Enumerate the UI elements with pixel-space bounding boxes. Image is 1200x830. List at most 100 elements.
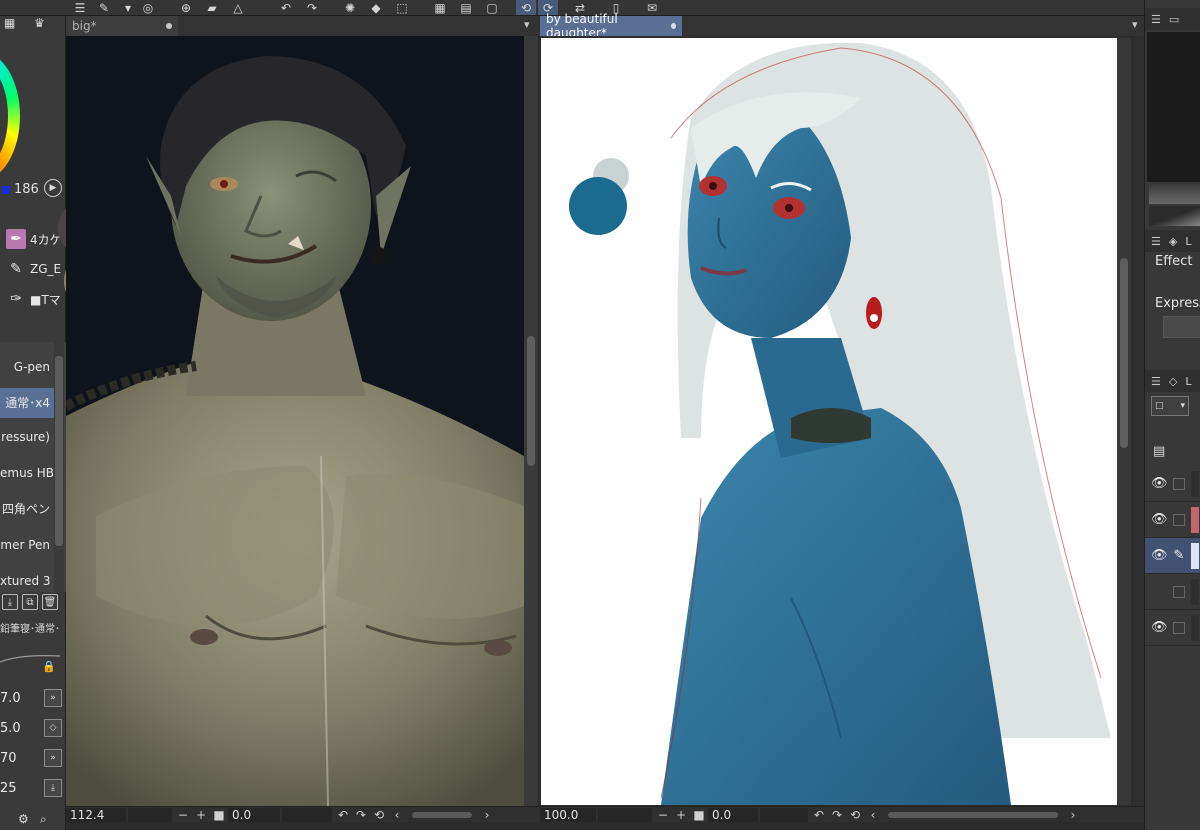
scroll-thumb[interactable] <box>55 356 63 546</box>
layers-icon[interactable]: ◇ <box>1169 375 1177 388</box>
layer-options-icon[interactable]: ▤ <box>1153 444 1165 459</box>
angle-field[interactable]: 0.0 <box>708 807 758 822</box>
play-icon[interactable]: ▶ <box>44 179 62 197</box>
reset-rotation-icon[interactable]: ⟲ <box>846 808 864 822</box>
menu-icon[interactable]: ☰ <box>1151 13 1161 26</box>
transform-icon[interactable]: ⊕ <box>176 0 196 15</box>
chevron-down-icon[interactable]: ▾ <box>524 18 530 31</box>
tab-big[interactable]: big* <box>66 16 178 36</box>
lasso-icon[interactable]: ⟲ <box>516 0 536 15</box>
angle-dropdown[interactable] <box>760 807 808 822</box>
fit-icon[interactable]: ■ <box>210 808 228 822</box>
color-wheel[interactable] <box>0 51 20 181</box>
zoom-dropdown[interactable] <box>128 807 172 822</box>
undo-icon[interactable]: ↶ <box>276 0 296 15</box>
loading-icon[interactable]: ✺ <box>340 0 360 15</box>
rotate-left-icon[interactable]: ↶ <box>334 808 352 822</box>
lock-checkbox[interactable] <box>1173 513 1185 526</box>
grid-icon[interactable]: ▦ <box>430 0 450 15</box>
double-chevron-icon[interactable]: » <box>44 689 62 707</box>
left-canvas-scrollbar[interactable] <box>524 36 538 806</box>
property-row[interactable]: 70 » <box>0 746 62 770</box>
lock-checkbox[interactable] <box>1173 621 1185 634</box>
zoom-out-button[interactable]: − <box>654 808 672 822</box>
eye-icon[interactable]: 👁 <box>1151 476 1168 491</box>
download-icon[interactable]: ⤓ <box>44 779 62 797</box>
zoom-field[interactable]: 100.0 <box>540 807 596 822</box>
brush-item[interactable]: ressure) <box>0 422 54 452</box>
search-icon[interactable]: ⌕ <box>40 812 47 827</box>
navigator-icon[interactable]: ▭ <box>1169 13 1179 26</box>
layer-row[interactable]: 👁 <box>1145 502 1200 538</box>
redo-icon[interactable]: ↷ <box>302 0 322 15</box>
folder-icon[interactable]: ▰ <box>202 0 222 15</box>
zoom-out-button[interactable]: − <box>174 808 192 822</box>
film-icon[interactable]: ▦ <box>4 16 24 30</box>
lock-icon[interactable]: 🔒 <box>42 660 56 673</box>
crown-icon[interactable]: ♛ <box>34 16 54 30</box>
property-row[interactable]: 25 ⤓ <box>0 776 62 800</box>
property-row[interactable]: 7.0 » <box>0 686 62 710</box>
horizontal-scrollbar[interactable] <box>888 811 1058 818</box>
canvas-right[interactable] <box>541 38 1117 805</box>
menu-icon[interactable]: ☰ <box>70 0 90 15</box>
diamond-icon[interactable]: ◇ <box>44 719 62 737</box>
scroll-right-icon[interactable]: › <box>478 808 496 822</box>
select-icon[interactable]: ⬚ <box>392 0 412 15</box>
blend-mode-dropdown[interactable]: □ ▾ <box>1151 396 1189 416</box>
brush-item[interactable]: emus HB <box>0 458 54 488</box>
gradient-bar[interactable] <box>1149 206 1200 226</box>
ruler-icon[interactable]: ▤ <box>456 0 476 15</box>
tab-by-beautiful-daughter[interactable]: by beautiful daughter* <box>540 12 682 40</box>
angle-dropdown[interactable] <box>282 807 332 822</box>
menu-icon[interactable]: ☰ <box>1151 375 1161 388</box>
scroll-thumb[interactable] <box>527 336 535 466</box>
gradient-bar[interactable] <box>1149 184 1200 204</box>
express-color-input[interactable] <box>1163 316 1200 338</box>
rotate-left-icon[interactable]: ↶ <box>810 808 828 822</box>
brush-scrollbar[interactable] <box>54 342 64 592</box>
layer-row-selected[interactable]: 👁 ✎ <box>1145 538 1200 574</box>
double-chevron-icon[interactable]: » <box>44 749 62 767</box>
lock-checkbox[interactable] <box>1173 477 1185 490</box>
eraser-icon[interactable]: ◆ <box>366 0 386 15</box>
property-row[interactable]: 5.0 ◇ <box>0 716 62 740</box>
rotate-right-icon[interactable]: ↷ <box>352 808 370 822</box>
zoom-in-button[interactable]: + <box>672 808 690 822</box>
rotate-right-icon[interactable]: ↷ <box>828 808 846 822</box>
perspective-icon[interactable]: ▢ <box>482 0 502 15</box>
brush-item[interactable]: 四角ペン <box>0 494 54 524</box>
scroll-thumb[interactable] <box>1120 258 1128 448</box>
eye-icon[interactable]: 👁 <box>1151 548 1168 563</box>
fit-icon[interactable]: ■ <box>690 808 708 822</box>
reset-rotation-icon[interactable]: ⟲ <box>370 808 388 822</box>
canvas-left[interactable] <box>66 36 524 806</box>
settings-icon[interactable]: ⚙ <box>18 812 29 826</box>
eye-icon[interactable]: 👁 <box>1151 620 1168 635</box>
fill-icon[interactable]: △ <box>228 0 248 15</box>
zoom-field[interactable]: 112.4 <box>66 807 126 822</box>
layer-row[interactable]: 👁 <box>1145 466 1200 502</box>
layer-row[interactable] <box>1145 574 1200 610</box>
sub-tool-row[interactable]: ✒ 4カケ <box>0 226 66 252</box>
color-swatch[interactable] <box>2 186 10 194</box>
right-canvas-scrollbar[interactable] <box>1117 38 1131 805</box>
zoom-in-button[interactable]: + <box>192 808 210 822</box>
brush-item[interactable]: mer Pen <box>0 530 54 560</box>
brush-item-selected[interactable]: 通常･x4 <box>0 388 54 418</box>
scroll-right-icon[interactable]: › <box>1064 808 1082 822</box>
layer-property-icon[interactable]: ◈ <box>1169 235 1177 248</box>
angle-field[interactable]: 0.0 <box>228 807 280 822</box>
layer-row[interactable]: 👁 <box>1145 610 1200 646</box>
sub-tool-row[interactable]: ✎ ZG_E <box>0 256 66 282</box>
pen-tool-icon[interactable]: ✎ <box>94 0 114 15</box>
navigator-preview[interactable] <box>1147 32 1200 182</box>
eye-icon[interactable]: 👁 <box>1151 512 1168 527</box>
download-icon[interactable]: ⤓ <box>2 594 18 610</box>
sub-tool-row[interactable]: ✑ ■Tマ <box>0 286 66 312</box>
scroll-left-icon[interactable]: ‹ <box>864 808 882 822</box>
menu-icon[interactable]: ☰ <box>1151 235 1161 248</box>
lock-checkbox[interactable] <box>1173 585 1185 598</box>
horizontal-scrollbar[interactable] <box>412 811 472 818</box>
dropdown-chevron-icon[interactable]: ▾ <box>118 0 138 15</box>
